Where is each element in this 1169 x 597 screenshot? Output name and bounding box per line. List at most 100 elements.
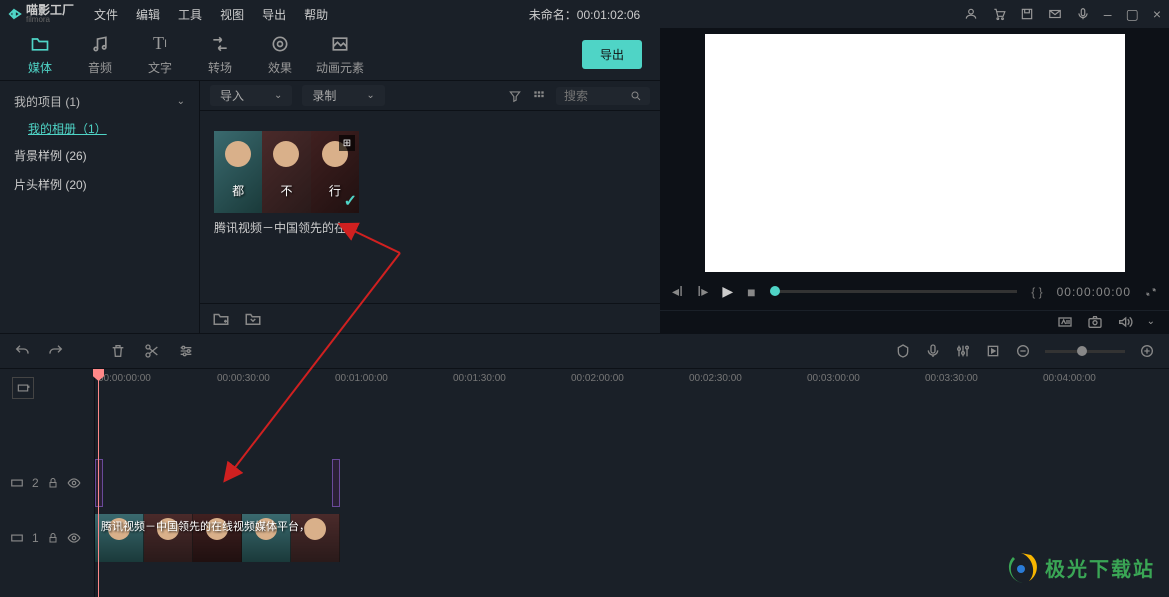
sidebar-item-bg[interactable]: 背景样例 (26) (0, 141, 199, 170)
tab-effect[interactable]: 效果 (250, 33, 310, 76)
loop-brackets[interactable]: { } (1031, 285, 1042, 299)
save-icon[interactable] (1020, 7, 1034, 21)
add-track-button[interactable] (12, 377, 34, 399)
new-folder-icon[interactable] (212, 310, 230, 328)
timeline-track-2: 2 (0, 459, 1169, 507)
project-title: 未命名：00:01:02:06 (529, 6, 640, 23)
sub-brand: filmora (26, 16, 74, 24)
chevron-down-icon: ⌄ (366, 90, 374, 101)
blank-clip-handle[interactable] (95, 459, 103, 507)
text-icon: TI (153, 33, 167, 55)
menu-help[interactable]: 帮助 (304, 6, 328, 23)
clip-thumbnail: 都 不 行 ⊞ ✓ (214, 131, 359, 213)
watermark-icon (1001, 547, 1041, 587)
tab-element[interactable]: 动画元素 (310, 33, 370, 76)
redo-button[interactable] (48, 343, 64, 359)
quality-icon[interactable] (1057, 314, 1073, 330)
menu-tool[interactable]: 工具 (178, 6, 202, 23)
transition-icon (210, 33, 230, 55)
preview-canvas (705, 34, 1125, 272)
grid-icon[interactable] (532, 89, 546, 103)
maximize-button[interactable]: ▢ (1126, 6, 1139, 23)
sidebar-item-album[interactable]: 我的相册（1） (0, 116, 199, 141)
source-tabs: 媒体 音频 TI 文字 转场 效果 动画元素 导出 (0, 28, 660, 80)
lock-icon[interactable] (47, 477, 59, 489)
search-icon[interactable] (630, 90, 642, 102)
delete-button[interactable] (110, 343, 126, 359)
filter-icon[interactable] (508, 89, 522, 103)
undo-button[interactable] (14, 343, 30, 359)
chevron-down-icon[interactable]: ⌄ (1147, 316, 1155, 327)
track-icon (10, 476, 24, 490)
expand-icon[interactable] (1145, 286, 1157, 298)
snapshot-icon[interactable] (1087, 314, 1103, 330)
sidebar-item-project[interactable]: 我的项目 (1) ⌄ (0, 87, 199, 116)
media-area: 导入 ⌄ 录制 ⌄ (200, 81, 660, 333)
playhead[interactable] (98, 369, 99, 597)
effect-icon (270, 33, 290, 55)
blank-clip-handle[interactable] (332, 459, 340, 507)
render-button[interactable] (985, 343, 1001, 359)
zoom-out-button[interactable] (1015, 343, 1031, 359)
stop-button[interactable]: ■ (747, 284, 755, 300)
eye-icon[interactable] (67, 476, 81, 490)
timeline-toolbar (0, 333, 1169, 369)
menu-view[interactable]: 视图 (220, 6, 244, 23)
music-icon (90, 33, 110, 55)
adjust-button[interactable] (178, 343, 194, 359)
tab-text[interactable]: TI 文字 (130, 33, 190, 76)
tab-transition[interactable]: 转场 (190, 33, 250, 76)
preview-panel: ◂Ⅰ Ⅰ▸ ▶ ■ { } 00:00:00:00 ⌄ (660, 28, 1169, 333)
chevron-down-icon: ⌄ (274, 90, 282, 101)
timeline-ruler[interactable]: 00:00:00:00 00:00:30:00 00:01:00:00 00:0… (95, 369, 1169, 407)
chevron-down-icon: ⌄ (177, 96, 185, 107)
split-button[interactable] (144, 343, 160, 359)
app-logo: 喵影工厂 filmora (8, 4, 74, 24)
timeline-track-1: 1 腾讯视频－中国领先的在线视频媒体平台， (0, 514, 1169, 562)
clip-name: 腾讯视频－中国领先的在 (214, 219, 359, 236)
cart-icon[interactable] (992, 7, 1006, 21)
tab-media[interactable]: 媒体 (10, 33, 70, 76)
import-dropdown[interactable]: 导入 ⌄ (210, 85, 292, 106)
media-sidebar: 我的项目 (1) ⌄ 我的相册（1） 背景样例 (26) 片头样例 (20) (0, 81, 200, 333)
play-button[interactable]: ▶ (722, 283, 733, 300)
track-icon (10, 531, 24, 545)
mail-icon[interactable] (1048, 7, 1062, 21)
zoom-slider[interactable] (1045, 350, 1125, 353)
menu-edit[interactable]: 编辑 (136, 6, 160, 23)
search-input[interactable] (564, 89, 624, 103)
video-clip[interactable]: 腾讯视频－中国领先的在线视频媒体平台， (95, 514, 340, 562)
left-panel: 媒体 音频 TI 文字 转场 效果 动画元素 导出 (0, 28, 660, 333)
titlebar: 喵影工厂 filmora 文件 编辑 工具 视图 导出 帮助 未命名：00:01… (0, 0, 1169, 28)
eye-icon[interactable] (67, 531, 81, 545)
tab-audio[interactable]: 音频 (70, 33, 130, 76)
main-menu: 文件 编辑 工具 视图 导出 帮助 (94, 6, 328, 23)
voiceover-button[interactable] (925, 343, 941, 359)
mic-icon[interactable] (1076, 7, 1090, 21)
open-folder-icon[interactable] (244, 310, 262, 328)
lock-icon[interactable] (47, 532, 59, 544)
media-clip[interactable]: 都 不 行 ⊞ ✓ 腾讯视频－中国领先的在 (214, 131, 359, 236)
logo-icon (8, 7, 22, 21)
account-icon[interactable] (964, 7, 978, 21)
close-button[interactable]: × (1153, 6, 1161, 22)
mixer-button[interactable] (955, 343, 971, 359)
volume-icon[interactable] (1117, 314, 1133, 330)
film-icon: ⊞ (339, 135, 355, 151)
marker-button[interactable] (895, 343, 911, 359)
zoom-in-button[interactable] (1139, 343, 1155, 359)
preview-timecode: 00:00:00:00 (1057, 285, 1131, 299)
folder-icon (30, 33, 50, 55)
next-frame-button[interactable]: Ⅰ▸ (697, 283, 708, 300)
prev-frame-button[interactable]: ◂Ⅰ (672, 283, 683, 300)
record-dropdown[interactable]: 录制 ⌄ (302, 85, 384, 106)
menu-file[interactable]: 文件 (94, 6, 118, 23)
export-button[interactable]: 导出 (582, 40, 642, 69)
timeline: 00:00:00:00 00:00:30:00 00:01:00:00 00:0… (0, 369, 1169, 597)
preview-progress[interactable] (770, 290, 1018, 293)
menu-export[interactable]: 导出 (262, 6, 286, 23)
minimize-button[interactable]: – (1104, 6, 1112, 22)
search-box[interactable] (556, 87, 650, 105)
check-icon: ✓ (344, 191, 357, 211)
sidebar-item-intro[interactable]: 片头样例 (20) (0, 170, 199, 199)
